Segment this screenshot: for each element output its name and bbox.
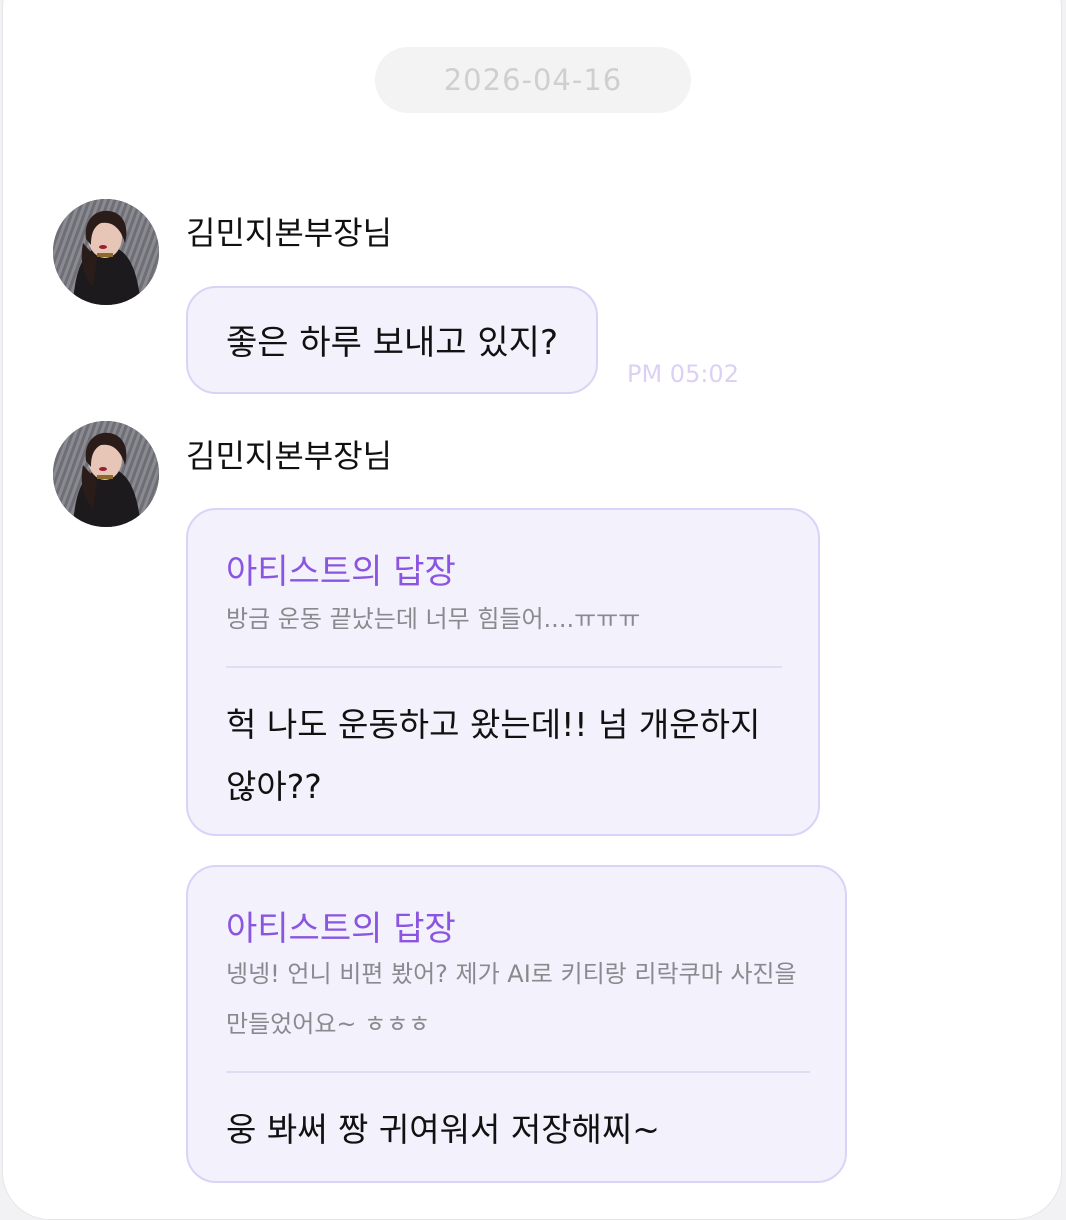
reply-card[interactable]: 아티스트의 답장 방금 운동 끝났는데 너무 힘들어....ㅠㅠㅠ 헉 나도 운…	[186, 508, 820, 836]
reply-quote: 넹넹! 언니 비편 봤어? 제가 AI로 키티랑 리락쿠마 사진을 만들었어요~…	[226, 949, 797, 1049]
sender-avatar[interactable]	[53, 421, 159, 527]
reply-title: 아티스트의 답장	[226, 909, 456, 949]
reply-quote-line: 넹넹! 언니 비편 봤어? 제가 AI로 키티랑 리락쿠마 사진을	[226, 960, 797, 988]
message-text: 좋은 하루 보내고 있지?	[226, 323, 558, 363]
reply-body-line: 헉 나도 운동하고 왔는데!! 넘 개운하지	[226, 705, 761, 744]
sender-name: 김민지본부장님	[186, 437, 393, 475]
message-bubble[interactable]: 좋은 하루 보내고 있지?	[186, 286, 598, 394]
reply-body: 헉 나도 운동하고 왔는데!! 넘 개운하지 않아??	[226, 694, 760, 818]
reply-title: 아티스트의 답장	[226, 552, 456, 592]
reply-body: 웅 봐써 짱 귀여워서 저장해찌~	[226, 1110, 660, 1149]
message-time: PM 05:02	[627, 360, 739, 388]
date-separator: 2026-04-16	[375, 47, 691, 113]
avatar-photo-icon	[53, 199, 159, 305]
reply-divider	[226, 1071, 810, 1073]
reply-body-line: 않아??	[226, 767, 322, 806]
reply-quote: 방금 운동 끝났는데 너무 힘들어....ㅠㅠㅠ	[226, 605, 641, 633]
avatar-photo-icon	[53, 421, 159, 527]
sender-name: 김민지본부장님	[186, 214, 393, 252]
sender-avatar[interactable]	[53, 199, 159, 305]
reply-quote-line: 만들었어요~ ㅎㅎㅎ	[226, 1010, 431, 1038]
reply-card[interactable]: 아티스트의 답장 넹넹! 언니 비편 봤어? 제가 AI로 키티랑 리락쿠마 사…	[186, 865, 847, 1183]
reply-divider	[226, 666, 782, 668]
